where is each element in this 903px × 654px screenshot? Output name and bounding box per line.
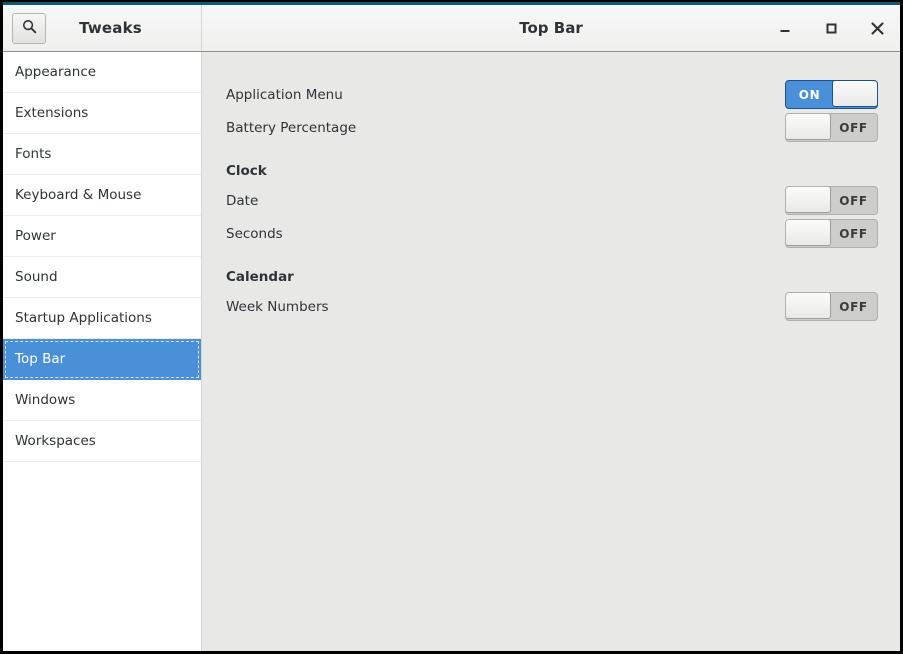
toggle-state-label: OFF bbox=[839, 193, 868, 208]
sidebar-item-label: Workspaces bbox=[15, 433, 96, 449]
window-controls bbox=[772, 5, 890, 51]
close-button[interactable] bbox=[864, 15, 890, 41]
toggle-knob bbox=[786, 187, 831, 213]
sidebar: Appearance Extensions Fonts Keyboard & M… bbox=[3, 52, 202, 651]
toggle-state-label: OFF bbox=[839, 299, 868, 314]
sidebar-item-power[interactable]: Power bbox=[3, 216, 201, 257]
sidebar-item-label: Keyboard & Mouse bbox=[15, 187, 142, 203]
toggle-knob bbox=[832, 81, 877, 107]
window-body: Appearance Extensions Fonts Keyboard & M… bbox=[3, 52, 900, 651]
toggle-seconds[interactable]: OFF bbox=[785, 219, 878, 248]
toggle-knob bbox=[786, 293, 831, 319]
sidebar-item-top-bar[interactable]: Top Bar bbox=[3, 339, 201, 380]
sidebar-item-fonts[interactable]: Fonts bbox=[3, 134, 201, 175]
settings-content: Application Menu ON Battery Percentage O… bbox=[202, 52, 900, 651]
setting-label: Battery Percentage bbox=[226, 119, 357, 136]
search-icon bbox=[22, 19, 37, 38]
minimize-button[interactable] bbox=[772, 15, 798, 41]
sidebar-item-appearance[interactable]: Appearance bbox=[3, 52, 201, 93]
setting-row-battery-percentage: Battery Percentage OFF bbox=[226, 111, 878, 144]
sidebar-item-label: Power bbox=[15, 228, 56, 244]
sidebar-item-extensions[interactable]: Extensions bbox=[3, 93, 201, 134]
sidebar-item-label: Extensions bbox=[15, 105, 89, 121]
sidebar-item-label: Windows bbox=[15, 392, 76, 408]
setting-row-date: Date OFF bbox=[226, 184, 878, 217]
search-button[interactable] bbox=[12, 12, 46, 44]
header-right-pane: Top Bar bbox=[202, 5, 900, 51]
toggle-application-menu[interactable]: ON bbox=[785, 80, 878, 109]
toggle-knob bbox=[786, 114, 831, 140]
toggle-battery-percentage[interactable]: OFF bbox=[785, 113, 878, 142]
sidebar-item-windows[interactable]: Windows bbox=[3, 380, 201, 421]
maximize-button[interactable] bbox=[818, 15, 844, 41]
setting-label: Week Numbers bbox=[226, 298, 329, 315]
app-title: Tweaks bbox=[79, 19, 142, 37]
toggle-week-numbers[interactable]: OFF bbox=[785, 292, 878, 321]
header-left-pane: Tweaks bbox=[3, 5, 202, 51]
setting-label: Date bbox=[226, 192, 259, 209]
setting-label: Seconds bbox=[226, 225, 283, 242]
sidebar-item-startup-applications[interactable]: Startup Applications bbox=[3, 298, 201, 339]
setting-row-application-menu: Application Menu ON bbox=[226, 78, 878, 111]
header-bar: Tweaks Top Bar bbox=[3, 5, 900, 52]
tweaks-window: Tweaks Top Bar Appearance Extensions Fon… bbox=[0, 0, 903, 654]
sidebar-item-sound[interactable]: Sound bbox=[3, 257, 201, 298]
setting-label: Application Menu bbox=[226, 86, 343, 103]
sidebar-item-workspaces[interactable]: Workspaces bbox=[3, 421, 201, 462]
sidebar-item-label: Sound bbox=[15, 269, 58, 285]
sidebar-item-label: Appearance bbox=[15, 64, 97, 80]
sidebar-item-keyboard-mouse[interactable]: Keyboard & Mouse bbox=[3, 175, 201, 216]
section-header-clock: Clock bbox=[226, 163, 267, 179]
sidebar-item-label: Top Bar bbox=[15, 351, 66, 367]
toggle-state-label: OFF bbox=[839, 226, 868, 241]
setting-row-week-numbers: Week Numbers OFF bbox=[226, 290, 878, 323]
section-header-calendar: Calendar bbox=[226, 269, 294, 285]
toggle-knob bbox=[786, 220, 831, 246]
toggle-date[interactable]: OFF bbox=[785, 186, 878, 215]
setting-row-seconds: Seconds OFF bbox=[226, 217, 878, 250]
toggle-state-label: OFF bbox=[839, 120, 868, 135]
toggle-state-label: ON bbox=[798, 87, 821, 102]
sidebar-item-label: Startup Applications bbox=[15, 310, 152, 326]
sidebar-item-label: Fonts bbox=[15, 146, 52, 162]
